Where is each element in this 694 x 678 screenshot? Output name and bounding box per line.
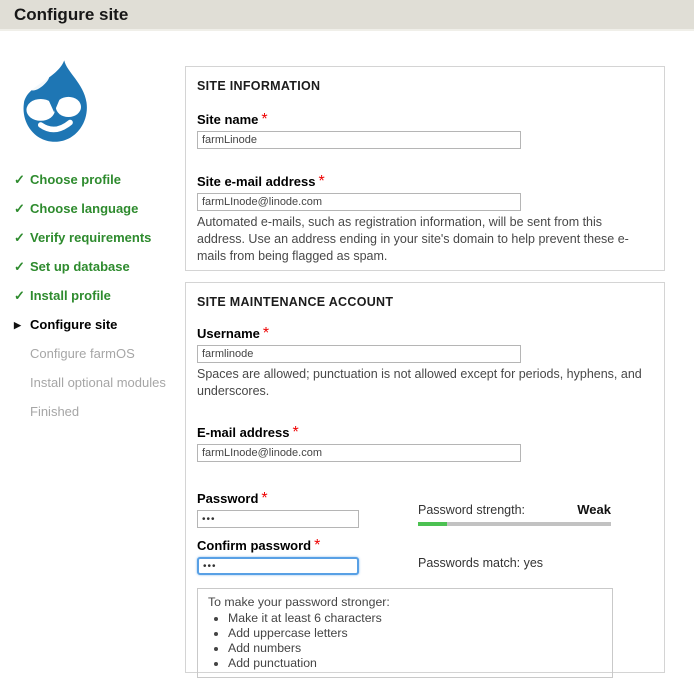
password-suggestion-item: Add punctuation <box>228 656 602 671</box>
password-input[interactable] <box>197 510 359 528</box>
sidebar-step-verify-requirements: ✓Verify requirements <box>14 231 182 245</box>
password-suggestion-item: Make it at least 6 characters <box>228 611 602 626</box>
required-mark: * <box>263 325 269 342</box>
password-strength-indicator <box>418 522 447 526</box>
confirm-password-label: Confirm password <box>197 538 311 553</box>
step-label: Set up database <box>30 260 130 274</box>
step-done-check-icon: ✓ <box>14 231 30 245</box>
step-label: Install optional modules <box>30 376 166 390</box>
step-label: Install profile <box>30 289 111 303</box>
site-name-label: Site name <box>197 112 258 127</box>
step-done-check-icon: ✓ <box>14 173 30 187</box>
page-title: Configure site <box>0 0 694 30</box>
install-steps: ✓Choose profile✓Choose language✓Verify r… <box>14 173 182 434</box>
password-label: Password <box>197 491 258 506</box>
site-name-input[interactable] <box>197 131 521 149</box>
step-done-check-icon: ✓ <box>14 202 30 216</box>
password-strength-label: Password strength: <box>418 503 525 517</box>
sidebar-step-install-optional-modules: ✓Install optional modules <box>14 376 182 390</box>
password-strength-level: Weak <box>577 502 611 517</box>
step-label: Finished <box>30 405 79 419</box>
sidebar-step-configure-farmos: ✓Configure farmOS <box>14 347 182 361</box>
required-mark: * <box>319 173 325 190</box>
site-email-input[interactable] <box>197 193 521 211</box>
required-mark: * <box>293 424 299 441</box>
username-label: Username <box>197 326 260 341</box>
page-header: Configure site <box>0 0 694 31</box>
required-mark: * <box>314 537 320 554</box>
sidebar-step-finished: ✓Finished <box>14 405 182 419</box>
sidebar-step-choose-profile: ✓Choose profile <box>14 173 182 187</box>
password-strength-track <box>418 522 611 526</box>
password-strength-meter: Password strength: Weak <box>418 502 611 526</box>
maintenance-account-legend: SITE MAINTENANCE ACCOUNT <box>197 295 653 309</box>
password-suggestions-intro: To make your password stronger: <box>208 594 602 610</box>
sidebar-step-install-profile: ✓Install profile <box>14 289 182 303</box>
step-label: Verify requirements <box>30 231 151 245</box>
step-label: Configure farmOS <box>30 347 135 361</box>
step-label: Choose profile <box>30 173 121 187</box>
site-email-label: Site e-mail address <box>197 174 316 189</box>
step-done-check-icon: ✓ <box>14 260 30 274</box>
sidebar-step-configure-site: ▶Configure site <box>14 318 182 332</box>
site-information-legend: SITE INFORMATION <box>197 79 653 93</box>
username-input[interactable] <box>197 345 521 363</box>
password-suggestion-item: Add uppercase letters <box>228 626 602 641</box>
username-description: Spaces are allowed; punctuation is not a… <box>197 366 653 400</box>
confirm-password-input[interactable] <box>197 557 359 575</box>
password-suggestions-box: To make your password stronger: Make it … <box>197 588 613 678</box>
account-email-label: E-mail address <box>197 425 290 440</box>
drupal-logo-icon <box>13 57 97 151</box>
password-suggestions-list: Make it at least 6 charactersAdd upperca… <box>208 611 602 671</box>
required-mark: * <box>261 490 267 507</box>
required-mark: * <box>261 111 267 128</box>
step-label: Configure site <box>30 318 117 332</box>
passwords-match-status: Passwords match: yes <box>418 556 543 570</box>
password-suggestion-item: Add numbers <box>228 641 602 656</box>
account-email-input[interactable] <box>197 444 521 462</box>
step-label: Choose language <box>30 202 138 216</box>
step-done-check-icon: ✓ <box>14 289 30 303</box>
sidebar-step-choose-language: ✓Choose language <box>14 202 182 216</box>
sidebar-step-set-up-database: ✓Set up database <box>14 260 182 274</box>
site-email-description: Automated e-mails, such as registration … <box>197 214 653 265</box>
site-maintenance-account-fieldset: SITE MAINTENANCE ACCOUNT Username* Space… <box>185 282 665 673</box>
site-information-fieldset: SITE INFORMATION Site name* Site e-mail … <box>185 66 665 271</box>
active-step-arrow-icon: ▶ <box>14 318 30 332</box>
